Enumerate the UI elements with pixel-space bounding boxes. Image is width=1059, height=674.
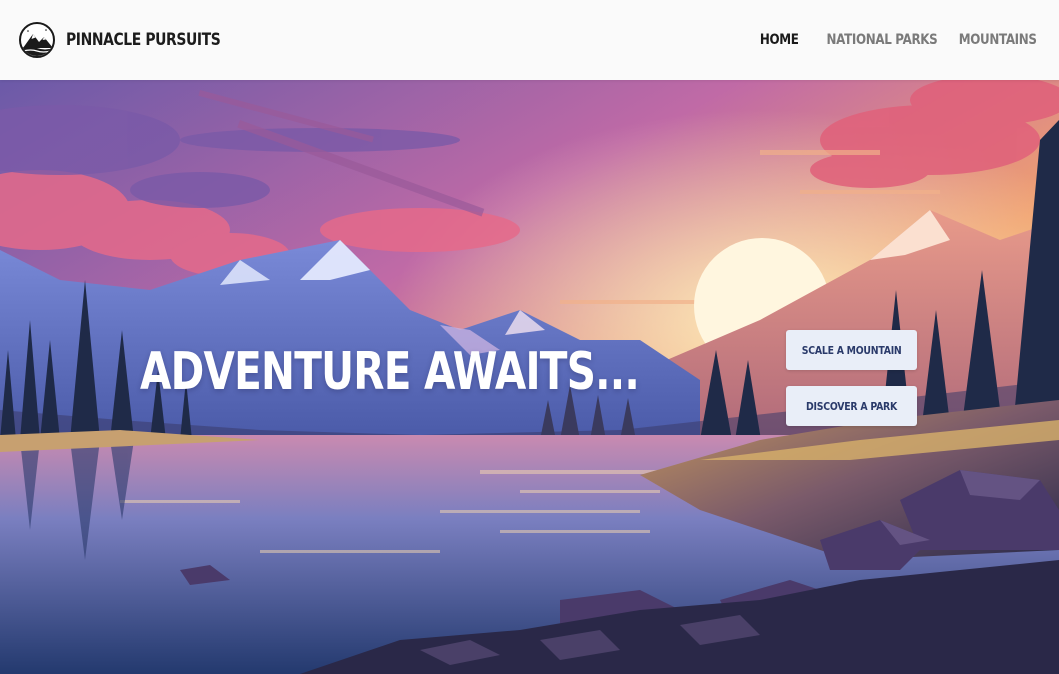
scale-a-mountain-button[interactable]: SCALE A MOUNTAIN <box>786 330 917 370</box>
hero-section: ADVENTURE AWAITS... SCALE A MOUNTAIN DIS… <box>0 80 1059 674</box>
site-header: PINNACLE PURSUITS HOME NATIONAL PARKS MO… <box>0 0 1059 80</box>
scale-a-mountain-label: SCALE A MOUNTAIN <box>801 343 902 357</box>
hero-title: ADVENTURE AWAITS... <box>140 342 640 402</box>
mountain-logo-icon <box>19 22 55 58</box>
discover-a-park-label: DISCOVER A PARK <box>806 399 897 413</box>
brand-name: PINNACLE PURSUITS <box>66 30 221 50</box>
brand[interactable]: PINNACLE PURSUITS <box>19 22 254 58</box>
nav-link-national-parks[interactable]: NATIONAL PARKS <box>827 32 938 48</box>
discover-a-park-button[interactable]: DISCOVER A PARK <box>786 386 917 426</box>
nav-link-home[interactable]: HOME <box>760 32 799 48</box>
main-nav: HOME NATIONAL PARKS MOUNTAINS <box>760 32 1037 48</box>
nav-link-mountains[interactable]: MOUNTAINS <box>959 32 1037 48</box>
